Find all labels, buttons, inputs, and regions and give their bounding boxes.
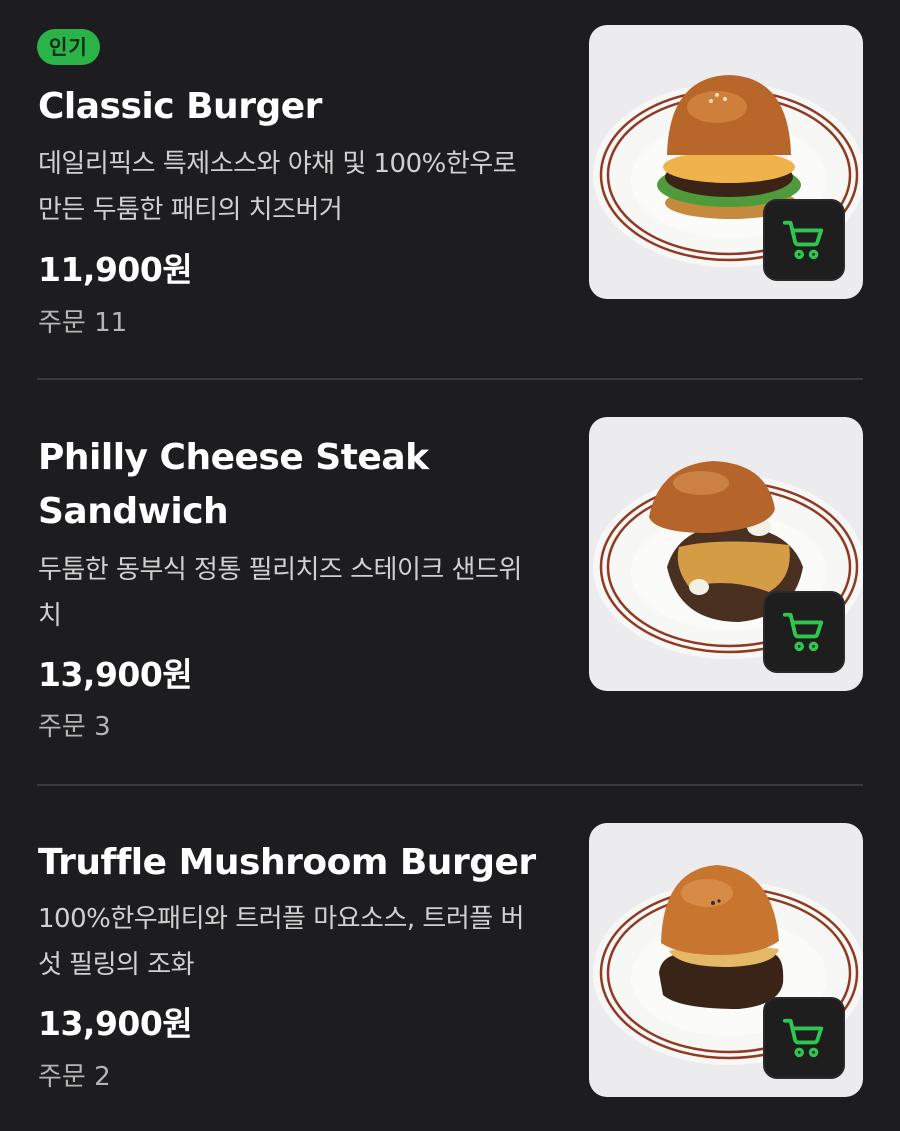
menu-item-classic-burger[interactable]: 인기 Classic Burger 데일리픽스 특제소스와 야채 및 100%한…	[0, 0, 900, 380]
menu-item-truffle-mushroom-burger[interactable]: Truffle Mushroom Burger 100%한우패티와 트러플 마요…	[0, 786, 900, 1131]
item-price: 13,900원	[38, 655, 193, 694]
cart-icon	[782, 220, 824, 260]
add-to-cart-button[interactable]	[763, 997, 845, 1079]
order-count: 주문 2	[38, 1062, 111, 1092]
cart-icon	[782, 612, 824, 652]
order-count: 주문 3	[38, 712, 111, 742]
item-description: 데일리픽스 특제소스와 야채 및 100%한우로 만든 두툼한 패티의 치즈버거	[38, 149, 517, 225]
cart-icon	[782, 1018, 824, 1058]
order-count: 주문 11	[38, 308, 128, 338]
menu-list: 인기 Classic Burger 데일리픽스 특제소스와 야채 및 100%한…	[0, 0, 900, 1131]
item-name: Truffle Mushroom Burger	[38, 842, 536, 883]
add-to-cart-button[interactable]	[763, 591, 845, 673]
item-name: Classic Burger	[38, 86, 322, 127]
menu-item-philly-cheese-steak[interactable]: Philly Cheese Steak Sandwich 두툼한 동부식 정통 …	[0, 381, 900, 786]
item-description: 100%한우패티와 트러플 마요소스, 트러플 버섯 필링의 조화	[38, 904, 524, 980]
divider	[37, 378, 863, 380]
item-name: Philly Cheese Steak Sandwich	[38, 437, 429, 532]
popular-badge: 인기	[37, 29, 100, 65]
item-photo[interactable]	[589, 417, 863, 691]
item-price: 13,900원	[38, 1004, 193, 1043]
item-price: 11,900원	[38, 250, 193, 289]
add-to-cart-button[interactable]	[763, 199, 845, 281]
item-photo[interactable]	[589, 823, 863, 1097]
item-description: 두툼한 동부식 정통 필리치즈 스테이크 샌드위치	[38, 555, 522, 631]
item-photo[interactable]	[589, 25, 863, 299]
